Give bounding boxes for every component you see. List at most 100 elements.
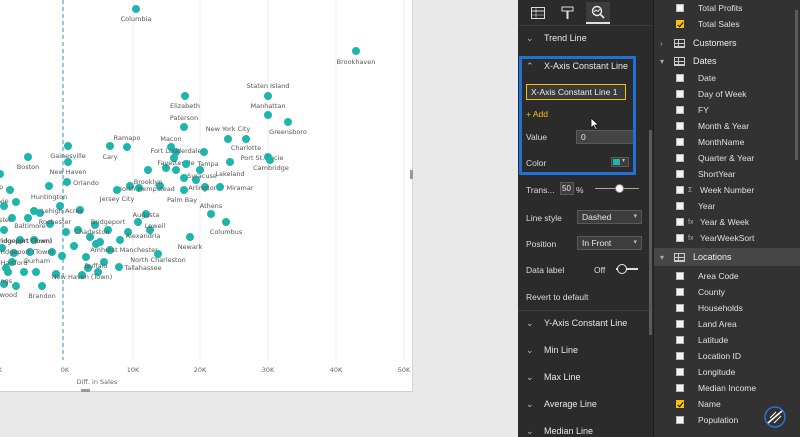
- resize-handle-right[interactable]: [410, 170, 413, 179]
- data-label: Greensboro: [269, 128, 307, 136]
- field-checkbox[interactable]: [676, 336, 684, 344]
- field-item[interactable]: Month & Year: [654, 118, 800, 134]
- revert-to-default-link[interactable]: Revert to default: [526, 292, 588, 302]
- field-checkbox[interactable]: [676, 368, 684, 376]
- data-point: [264, 111, 272, 119]
- field-item[interactable]: Date: [654, 70, 800, 86]
- field-checkbox[interactable]: [676, 186, 684, 194]
- field-checkbox[interactable]: [676, 154, 684, 162]
- position-dropdown[interactable]: In Front ▾: [577, 236, 642, 250]
- field-checkbox[interactable]: [676, 234, 684, 242]
- field-item[interactable]: Total Profits: [654, 0, 800, 16]
- data-point: [226, 158, 234, 166]
- data-label: Athens: [200, 202, 223, 210]
- field-checkbox[interactable]: [676, 90, 684, 98]
- field-label: Latitude: [698, 335, 729, 345]
- field-checkbox[interactable]: [676, 304, 684, 312]
- data-label: Columbus: [210, 228, 243, 236]
- data-label-toggle[interactable]: [616, 264, 638, 274]
- field-checkbox[interactable]: [676, 218, 684, 226]
- field-checkbox[interactable]: [676, 400, 684, 408]
- field-item[interactable]: Longitude: [654, 364, 800, 380]
- field-checkbox[interactable]: [676, 106, 684, 114]
- field-checkbox[interactable]: [676, 170, 684, 178]
- position-value: In Front: [582, 238, 612, 248]
- field-item[interactable]: County: [654, 284, 800, 300]
- min-line-section[interactable]: ⌄ Min Line: [518, 340, 653, 360]
- field-checkbox[interactable]: [676, 20, 684, 28]
- paint-roller-icon: [561, 6, 574, 19]
- average-line-section[interactable]: ⌄ Average Line: [518, 394, 653, 414]
- field-item[interactable]: Households: [654, 300, 800, 316]
- field-checkbox[interactable]: [676, 272, 684, 280]
- data-label: Miramar: [226, 184, 253, 192]
- field-label: Week Number: [700, 185, 755, 195]
- transparency-input[interactable]: 50: [560, 182, 574, 195]
- field-item[interactable]: MonthName: [654, 134, 800, 150]
- field-item[interactable]: Latitude: [654, 332, 800, 348]
- field-checkbox[interactable]: [676, 122, 684, 130]
- x-tick-label: 0K: [61, 366, 70, 374]
- table-dates[interactable]: ▾ Dates: [654, 52, 800, 70]
- data-point: [181, 92, 189, 100]
- data-point: [6, 186, 14, 194]
- x-axis-title: Diff. in Sales: [77, 378, 118, 386]
- table-locations[interactable]: ▾ Locations: [654, 248, 800, 266]
- chevron-down-icon: ▾: [660, 56, 665, 66]
- field-item[interactable]: ShortYear: [654, 166, 800, 182]
- data-label: Port St. Lucie: [241, 154, 284, 162]
- data-label: North Charleston: [130, 256, 185, 264]
- median-line-section[interactable]: ⌄ Median Line: [518, 421, 653, 437]
- line-style-dropdown[interactable]: Dashed ▾: [577, 210, 642, 224]
- field-item[interactable]: Total Sales: [654, 16, 800, 32]
- fields-pane-scrollbar[interactable]: [795, 10, 798, 160]
- table-customers[interactable]: › Customers: [654, 34, 800, 52]
- field-checkbox[interactable]: [676, 4, 684, 12]
- data-label: Newark: [178, 243, 203, 251]
- field-checkbox[interactable]: [676, 416, 684, 424]
- median-line-label: Median Line: [544, 426, 594, 436]
- data-point: [70, 242, 78, 250]
- x-tick-label: 10K: [127, 366, 140, 374]
- chevron-down-icon: ⌄: [526, 32, 534, 43]
- transparency-slider-thumb[interactable]: [615, 184, 624, 193]
- data-point: [20, 268, 28, 276]
- data-point: [132, 5, 140, 13]
- field-item[interactable]: Year: [654, 198, 800, 214]
- data-point: [38, 282, 46, 290]
- field-item[interactable]: FY: [654, 102, 800, 118]
- field-checkbox[interactable]: [676, 202, 684, 210]
- data-point: [24, 153, 32, 161]
- max-line-section[interactable]: ⌄ Max Line: [518, 367, 653, 387]
- field-item[interactable]: Day of Week: [654, 86, 800, 102]
- data-label: Manhattan: [250, 102, 285, 110]
- field-item[interactable]: Land Area: [654, 316, 800, 332]
- field-checkbox[interactable]: [676, 384, 684, 392]
- field-item[interactable]: Σ Week Number: [654, 182, 800, 198]
- field-item[interactable]: fx Year & Week: [654, 214, 800, 230]
- data-label: Brandon: [28, 292, 55, 300]
- resize-handle-bottom[interactable]: [81, 389, 90, 392]
- field-checkbox[interactable]: [676, 352, 684, 360]
- format-tab[interactable]: [556, 2, 580, 24]
- field-checkbox[interactable]: [676, 320, 684, 328]
- data-label: Durham: [24, 257, 50, 265]
- field-item[interactable]: Quarter & Year: [654, 150, 800, 166]
- field-checkbox[interactable]: [676, 288, 684, 296]
- field-checkbox[interactable]: [676, 138, 684, 146]
- scatter-chart: K 0K 10K 20K 30K 40K 50K Diff. in Sales Columbia…: [0, 0, 411, 386]
- analytics-tab[interactable]: [586, 1, 610, 24]
- scatter-chart-visual[interactable]: K 0K 10K 20K 30K 40K 50K Diff. in Sales Columbia…: [0, 0, 413, 392]
- visual-border: [0, 391, 413, 392]
- field-item[interactable]: Location ID: [654, 348, 800, 364]
- trend-line-section[interactable]: ⌄ Trend Line: [518, 28, 653, 48]
- y-axis-constant-line-section[interactable]: ⌄ Y-Axis Constant Line: [518, 313, 653, 333]
- min-line-label: Min Line: [544, 345, 579, 355]
- fields-tab[interactable]: [526, 2, 550, 24]
- field-checkbox[interactable]: [676, 74, 684, 82]
- field-item[interactable]: fx YearWeekSort: [654, 230, 800, 246]
- field-item[interactable]: Median Income: [654, 380, 800, 396]
- field-item[interactable]: Area Code: [654, 268, 800, 284]
- format-pane-scrollbar[interactable]: [649, 130, 652, 335]
- data-label: vie: [0, 197, 9, 205]
